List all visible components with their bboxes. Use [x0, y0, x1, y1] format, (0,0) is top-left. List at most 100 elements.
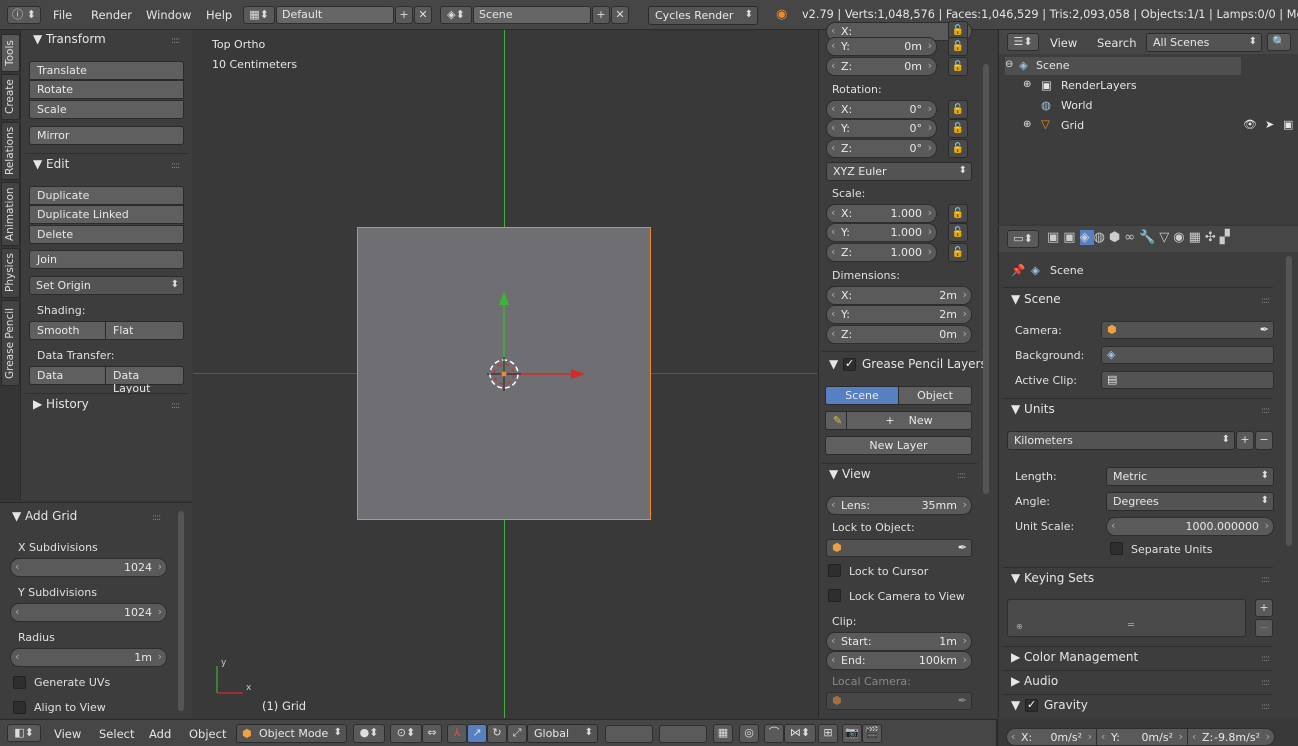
keying-sets-panel-header[interactable]: ▼ Keying Sets	[1011, 571, 1094, 585]
units-panel-header[interactable]: ▼ Units	[1011, 402, 1055, 416]
tab-create[interactable]: Create	[1, 74, 20, 120]
generate-uvs-checkbox[interactable]	[13, 676, 26, 689]
duplicate-button[interactable]: Duplicate	[29, 186, 184, 205]
transform-panel-header[interactable]: ▼ Transform	[33, 32, 106, 46]
snap-element-icon[interactable]: ⋈⬍	[784, 724, 816, 743]
search-icon[interactable]: 🔍	[1267, 33, 1291, 51]
lock-icon[interactable]: 🔓	[948, 204, 968, 223]
rotation-x-field[interactable]: X:0°	[826, 100, 937, 119]
tab-physics[interactable]: Physics	[1, 248, 20, 298]
selectability-cursor-icon[interactable]: ➤	[1265, 118, 1274, 131]
render-animation-icon[interactable]: 🎬	[862, 724, 882, 743]
lock-object-field[interactable]: ⬢ ✒	[826, 539, 972, 557]
collapse-icon[interactable]: ⊖	[1005, 59, 1013, 70]
properties-editor-type-icon[interactable]: ▭⬍	[1007, 230, 1039, 248]
operator-scrollbar[interactable]	[178, 511, 184, 711]
add-grid-header[interactable]: ▼ Add Grid	[12, 509, 77, 523]
y-subdivisions-field[interactable]: 1024	[10, 603, 167, 622]
proportional-editing-icon[interactable]: ◎	[739, 724, 759, 743]
lock-to-cursor-checkbox[interactable]	[828, 564, 841, 577]
properties-scrollbar[interactable]	[1286, 256, 1292, 546]
drag-handle-icon[interactable]: ::::	[1261, 702, 1270, 712]
transform-manipulator[interactable]	[473, 285, 593, 395]
separate-units-checkbox[interactable]	[1110, 542, 1123, 555]
set-origin-dropdown[interactable]: Set Origin	[29, 276, 184, 295]
length-dropdown[interactable]: Metric	[1106, 467, 1274, 486]
render-camera-icon[interactable]: ▣	[1283, 118, 1293, 131]
remove-preset-icon[interactable]: −	[1255, 431, 1273, 450]
scale-button[interactable]: Scale	[29, 100, 184, 119]
pencil-icon[interactable]: ✎	[825, 411, 847, 430]
x-subdivisions-field[interactable]: 1024	[10, 558, 167, 577]
flat-button[interactable]: Flat	[105, 321, 184, 340]
tab-grease-pencil[interactable]: Grease Pencil	[1, 300, 20, 386]
location-y-field[interactable]: Y: 0m	[826, 37, 937, 56]
rotate-button[interactable]: Rotate	[29, 80, 184, 99]
camera-field[interactable]: ⬢ ✒	[1101, 321, 1274, 339]
tab-tools[interactable]: Tools	[1, 34, 20, 72]
expand-icon[interactable]: ⊕	[1023, 79, 1031, 90]
outliner-item-renderlayers[interactable]: RenderLayers	[1061, 79, 1137, 92]
add-menu[interactable]: Add	[149, 727, 171, 741]
unit-scale-field[interactable]: 1000.000000	[1106, 517, 1274, 536]
rotate-manipulator-icon[interactable]: ↻	[487, 724, 507, 743]
render-camera-icon[interactable]: 📷	[842, 724, 862, 743]
lock-icon[interactable]: 🔓	[948, 139, 968, 158]
select-menu[interactable]: Select	[99, 727, 134, 741]
background-field[interactable]: ◈	[1101, 346, 1274, 364]
scale-manipulator-icon[interactable]: ⤢	[507, 724, 527, 743]
visibility-eye-icon[interactable]: 👁	[1243, 118, 1257, 131]
translate-button[interactable]: Translate	[29, 61, 184, 80]
tab-animation[interactable]: Animation	[1, 182, 20, 246]
gravity-checkbox[interactable]	[1025, 698, 1038, 712]
add-scene-icon[interactable]: +	[592, 6, 610, 24]
drag-handle-icon[interactable]: ::::	[1261, 575, 1270, 585]
data-button[interactable]: Data	[29, 366, 106, 385]
rotation-z-field[interactable]: Z:0°	[826, 139, 937, 158]
clip-start-field[interactable]: Start: 1m	[826, 632, 972, 651]
manipulator-axis-icon[interactable]: ⅄	[447, 724, 467, 743]
manipulator-toggle-icon[interactable]: ⇔	[422, 724, 442, 743]
scene-panel-header[interactable]: ▼ Scene	[1011, 292, 1061, 306]
snap-target-icon[interactable]: ⊞	[818, 724, 838, 743]
dimension-y-field[interactable]: Y:2m	[826, 305, 972, 324]
pin-icon[interactable]: 📌	[1011, 263, 1025, 277]
radius-field[interactable]: 1m	[10, 648, 167, 667]
menu-help[interactable]: Help	[206, 8, 232, 22]
grease-pencil-layers-checkbox[interactable]	[843, 357, 856, 371]
outliner-display-dropdown[interactable]: All Scenes	[1146, 33, 1262, 52]
color-management-panel-header[interactable]: ▶ Color Management	[1011, 650, 1138, 664]
gravity-panel-header[interactable]: ▼	[1011, 698, 1020, 712]
rotation-y-field[interactable]: Y:0°	[826, 119, 937, 138]
rotation-mode-dropdown[interactable]: XYZ Euler	[826, 162, 972, 181]
list-filter-icon[interactable]: ⊕	[1016, 622, 1023, 631]
eyedropper-icon[interactable]: ✒	[1260, 323, 1269, 336]
gravity-z-field[interactable]: Z:-9.8m/s²	[1187, 728, 1275, 746]
align-to-view-checkbox[interactable]	[13, 701, 26, 714]
eyedropper-icon[interactable]: ✒	[958, 541, 967, 554]
drag-handle-icon[interactable]: ::::	[171, 161, 180, 171]
drag-handle-icon[interactable]: ::::	[957, 471, 966, 481]
transform-orientation-dropdown[interactable]: Global	[527, 724, 598, 743]
gp-scene-tab[interactable]: Scene	[825, 386, 899, 405]
layer-buttons-right[interactable]	[659, 725, 707, 743]
gp-object-tab[interactable]: Object	[898, 386, 972, 405]
active-clip-field[interactable]: ▤	[1101, 371, 1274, 389]
edit-panel-header[interactable]: ▼ Edit	[33, 157, 69, 171]
layout-name-field[interactable]: Default	[276, 6, 394, 24]
outliner-item-grid[interactable]: Grid	[1061, 119, 1084, 132]
viewport-shading-icon[interactable]: ●⬍	[353, 724, 385, 743]
tab-relations[interactable]: Relations	[1, 122, 20, 180]
lock-icon[interactable]: 🔓	[948, 37, 968, 56]
dimension-z-field[interactable]: Z:0m	[826, 325, 972, 344]
gravity-y-field[interactable]: Y: 0m/s²	[1096, 728, 1188, 746]
menu-render[interactable]: Render	[91, 8, 132, 22]
n-panel-scrollbar[interactable]	[983, 64, 989, 494]
list-resize-handle[interactable]: ═	[1128, 620, 1134, 631]
outliner-editor-type-icon[interactable]: ☰⬍	[1007, 33, 1039, 51]
remove-scene-icon[interactable]: ✕	[611, 6, 629, 24]
menu-window[interactable]: Window	[146, 8, 191, 22]
lens-field[interactable]: Lens: 35mm	[826, 496, 972, 515]
dimension-x-field[interactable]: X:2m	[826, 286, 972, 305]
drag-handle-icon[interactable]: ::::	[1261, 678, 1270, 688]
